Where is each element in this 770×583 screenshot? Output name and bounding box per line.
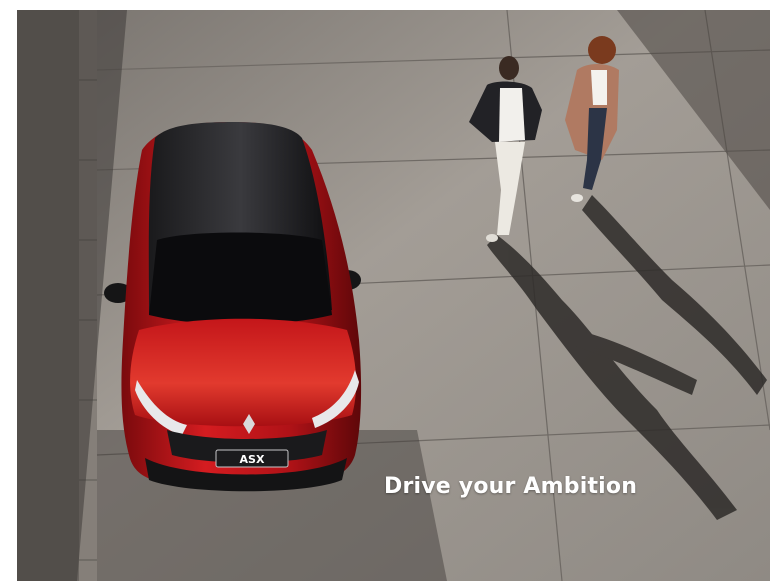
windshield [149, 232, 332, 325]
badge-text: ASX [240, 453, 265, 466]
car-hood [130, 318, 357, 427]
car: ASX [104, 122, 362, 492]
tagline: Drive your Ambition [384, 474, 638, 499]
